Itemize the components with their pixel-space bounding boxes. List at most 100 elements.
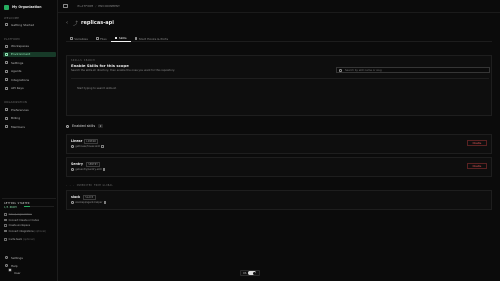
hook-icon: [134, 37, 138, 40]
sidebar-item-agents[interactable]: Agents: [3, 69, 56, 75]
key-icon: [5, 86, 8, 90]
external-link-icon: [101, 145, 104, 148]
checkbox-icon: [4, 229, 7, 233]
sidebar-item-members[interactable]: Members: [3, 124, 56, 130]
sidebar-item-billing[interactable]: Billing: [3, 116, 56, 122]
tab-start-hooks-ports[interactable]: Start Hooks & Ports: [131, 35, 172, 42]
page-header: ‹ ⤴ replicas-api: [66, 18, 114, 28]
skill-name: slack: [71, 195, 81, 199]
main-content: ‹ ⤴ replicas-api Variables Files Skills …: [66, 13, 492, 281]
breadcrumb-environment[interactable]: ENVIRONMENT: [98, 4, 120, 8]
skill-name: Sentry: [71, 162, 83, 166]
theme-toggle-widget: OS: [240, 270, 260, 276]
external-link-icon: [103, 201, 107, 204]
section-platform-label: PLATFORM: [4, 38, 20, 41]
github-icon: [71, 145, 74, 148]
box-icon: [5, 52, 8, 56]
sidebar-item-integrations[interactable]: Integrations: [3, 77, 56, 83]
page-title: replicas-api: [81, 20, 114, 26]
enabled-skills-title: Enabled skills: [72, 124, 96, 128]
search-empty-text: Start typing to search skills.sh: [77, 87, 117, 90]
sliders-icon: [5, 108, 8, 112]
search-icon: [339, 69, 342, 72]
external-link-icon: [103, 168, 106, 171]
section-organization-label: ORGANIZATION: [4, 101, 28, 104]
search-results-area: Start typing to search skills.sh: [71, 78, 489, 113]
gear-icon: [5, 61, 8, 65]
users-icon: [5, 125, 8, 129]
step-note: (optional): [23, 238, 35, 241]
sidebar-item-workspaces[interactable]: Workspaces: [3, 44, 56, 50]
skills-search-title: Enable Skills for this scope: [71, 63, 129, 68]
skills-search-caps: SKILLS SEARCH: [71, 59, 95, 62]
help-icon: [5, 264, 8, 267]
avatar[interactable]: [8, 268, 12, 272]
getting-started-panel: GETTING STARTED 1/5 READY Set up organiz…: [2, 198, 56, 250]
back-icon[interactable]: ‹: [66, 20, 68, 26]
checkbox-icon: [4, 238, 7, 241]
org-name: My Organization: [12, 5, 42, 9]
skill-repo-link[interactable]: slackapi/agent-helper: [71, 201, 107, 204]
grid-icon: [5, 44, 8, 48]
sidebar-toggle-icon[interactable]: [63, 4, 68, 8]
sidebar-item-environment[interactable]: Environment: [3, 51, 56, 57]
top-bar: PLATFORM / ENVIRONMENT: [58, 0, 500, 13]
breadcrumb-platform[interactable]: PLATFORM: [78, 4, 94, 8]
theme-toggle[interactable]: [248, 271, 257, 275]
checklist-step[interactable]: Create workspace: [4, 224, 56, 227]
step-note: (optional): [34, 229, 46, 233]
rocket-icon: [5, 23, 8, 27]
tab-bar: Variables Files Skills Start Hooks & Por…: [66, 35, 492, 42]
org-logo-icon: [4, 4, 9, 10]
sidebar-item-api-keys[interactable]: API Keys: [3, 86, 56, 92]
github-icon: [71, 168, 74, 171]
file-icon: [95, 37, 99, 40]
toggle-knob: [252, 271, 256, 275]
card-icon: [5, 116, 8, 120]
disable-skill-button[interactable]: Disable: [467, 140, 487, 146]
getting-started-progress-text: 1/5 READY: [4, 205, 17, 209]
github-icon: [71, 201, 74, 204]
checklist-step[interactable]: Invite team (optional): [4, 238, 56, 241]
enabled-skills-header: Enabled skills 2: [66, 123, 103, 129]
skill-card-linear: Linear LINEAR getlinear/linear-skill Dis…: [66, 134, 492, 154]
bot-icon: [5, 69, 8, 73]
checklist-step[interactable]: Set up organization: [4, 213, 56, 216]
inherited-dashes: - - -: [66, 183, 75, 187]
sidebar-item-settings-bottom[interactable]: Settings: [3, 255, 56, 260]
org-switcher[interactable]: My Organization: [4, 3, 56, 11]
gear-icon: [5, 256, 8, 259]
skill-name: Linear: [71, 139, 83, 143]
skills-search-description: Search the skills.sh directory, then ena…: [71, 69, 175, 72]
tab-files[interactable]: Files: [92, 35, 111, 42]
repo-link-icon: ⤴: [73, 20, 79, 27]
step-label: Connect integrations: [8, 229, 34, 233]
checkbox-icon: [4, 213, 7, 216]
plug-icon: [5, 78, 8, 82]
sidebar-item-settings[interactable]: Settings: [3, 60, 56, 66]
variables-icon: [70, 37, 73, 40]
skill-tag: SLACK: [83, 195, 96, 201]
checklist-step[interactable]: Connect Claude or Codex: [4, 219, 56, 222]
sidebar: My Organization WELCOME Getting Started …: [0, 0, 58, 281]
skill-card-sentry: Sentry SENTRY getsentry/sentry-skill Dis…: [66, 157, 492, 177]
skills-search-card: SKILLS SEARCH Enable Skills for this sco…: [66, 55, 492, 116]
sidebar-item-getting-started[interactable]: Getting Started: [3, 22, 56, 28]
checkbox-icon: [4, 218, 7, 222]
inherited-label: INHERITED FROM GLOBAL: [76, 183, 114, 187]
tab-variables[interactable]: Variables: [66, 35, 92, 42]
toggle-label: OS: [243, 271, 247, 275]
checklist-step[interactable]: Connect integrations (optional): [4, 230, 56, 233]
tab-skills[interactable]: Skills: [110, 35, 131, 42]
skill-repo-link[interactable]: getlinear/linear-skill: [71, 145, 104, 148]
enabled-skills-count: 2: [98, 124, 103, 128]
skill-tag: LINEAR: [84, 139, 99, 145]
step-label: Invite team: [8, 238, 23, 241]
disable-skill-button[interactable]: Disable: [467, 163, 487, 169]
progress-fill: [24, 206, 30, 208]
skill-repo-link[interactable]: getsentry/sentry-skill: [71, 168, 106, 171]
sparkle-icon: [66, 124, 69, 128]
skill-search-input[interactable]: [336, 67, 490, 73]
sidebar-item-preferences[interactable]: Preferences: [3, 107, 56, 113]
section-welcome-label: WELCOME: [4, 17, 20, 20]
